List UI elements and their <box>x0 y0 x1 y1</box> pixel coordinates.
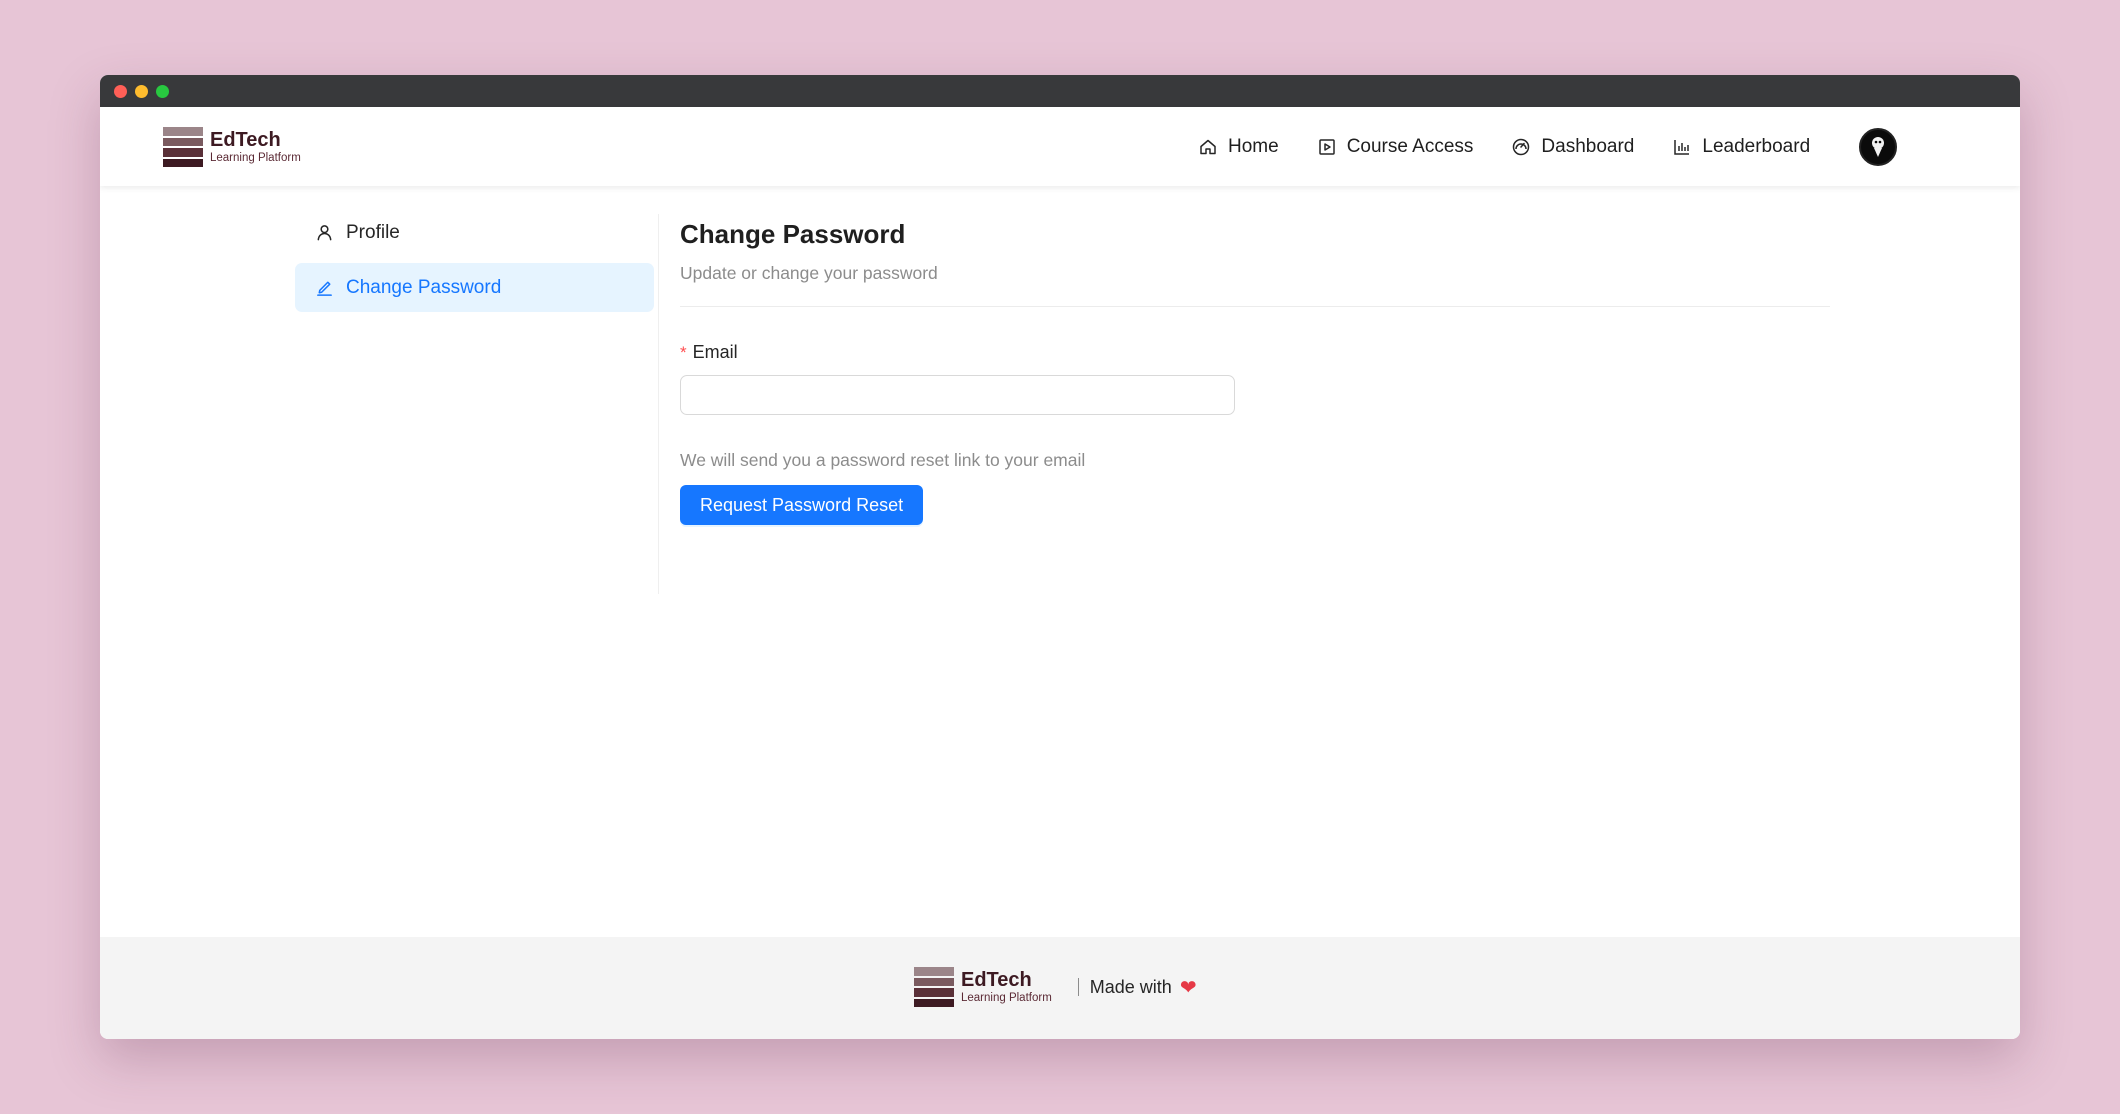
nav-course-access[interactable]: Course Access <box>1317 135 1474 158</box>
nav-dashboard-label: Dashboard <box>1541 135 1635 157</box>
heart-icon: ❤ <box>1179 976 1197 999</box>
sidebar-item-change-password[interactable]: Change Password <box>295 263 654 312</box>
footer-brand-tagline: Learning Platform <box>961 991 1052 1004</box>
change-password-panel: Change Password Update or change your pa… <box>680 218 1830 525</box>
vertical-divider <box>658 214 659 594</box>
sidebar-item-label: Profile <box>346 221 400 243</box>
nav-home-label: Home <box>1228 135 1279 157</box>
user-avatar-icon <box>1872 137 1884 157</box>
browser-window: EdTech Learning Platform Home Course Acc… <box>100 75 2020 1039</box>
footer-separator <box>1077 978 1079 996</box>
bar-chart-icon <box>1674 139 1690 155</box>
logo-icon <box>914 967 954 1007</box>
close-window-button[interactable] <box>114 84 127 98</box>
reset-hint: We will send you a password reset link t… <box>680 450 1086 470</box>
section-divider <box>680 306 1830 307</box>
brand-logo[interactable]: EdTech Learning Platform <box>163 127 301 167</box>
email-label: * Email <box>680 342 1830 363</box>
page-footer: EdTech Learning Platform Made with ❤ <box>100 937 2020 1039</box>
window-titlebar <box>100 75 2020 107</box>
page-title: Change Password <box>680 219 906 249</box>
footer-brand-name: EdTech <box>961 968 1032 991</box>
made-with-label: Made with <box>1089 976 1172 997</box>
user-avatar[interactable] <box>1859 128 1897 166</box>
user-icon <box>317 225 332 241</box>
page-content: Profile Change Password Change Password … <box>100 186 2020 937</box>
edit-icon <box>317 281 332 296</box>
nav-links: Home Course Access Dashboard Leaderboard <box>1198 107 1848 186</box>
brand-name: EdTech <box>210 128 281 151</box>
email-field[interactable] <box>680 375 1235 415</box>
nav-leaderboard[interactable]: Leaderboard <box>1672 136 1810 158</box>
gauge-icon <box>1513 138 1530 155</box>
logo-icon <box>163 127 203 167</box>
sidebar-item-profile[interactable]: Profile <box>295 208 654 257</box>
required-marker: * <box>680 342 687 362</box>
email-label-text: Email <box>692 342 738 362</box>
nav-home[interactable]: Home <box>1198 136 1279 158</box>
maximize-window-button[interactable] <box>156 84 169 98</box>
sidebar-item-label: Change Password <box>346 276 502 298</box>
play-square-icon <box>1318 138 1335 155</box>
page-subtitle: Update or change your password <box>680 263 938 283</box>
footer-brand-logo[interactable]: EdTech Learning Platform <box>914 967 1052 1007</box>
nav-dashboard[interactable]: Dashboard <box>1511 136 1634 158</box>
home-icon <box>1200 139 1216 154</box>
top-navbar: EdTech Learning Platform Home Course Acc… <box>100 107 2020 186</box>
nav-leaderboard-label: Leaderboard <box>1702 135 1811 157</box>
nav-course-access-label: Course Access <box>1346 135 1474 157</box>
brand-tagline: Learning Platform <box>210 151 301 164</box>
made-with-text: Made with ❤ <box>1090 975 1197 1000</box>
settings-sidebar: Profile Change Password <box>295 208 654 318</box>
request-password-reset-button[interactable]: Request Password Reset <box>680 485 924 525</box>
minimize-window-button[interactable] <box>135 84 148 98</box>
